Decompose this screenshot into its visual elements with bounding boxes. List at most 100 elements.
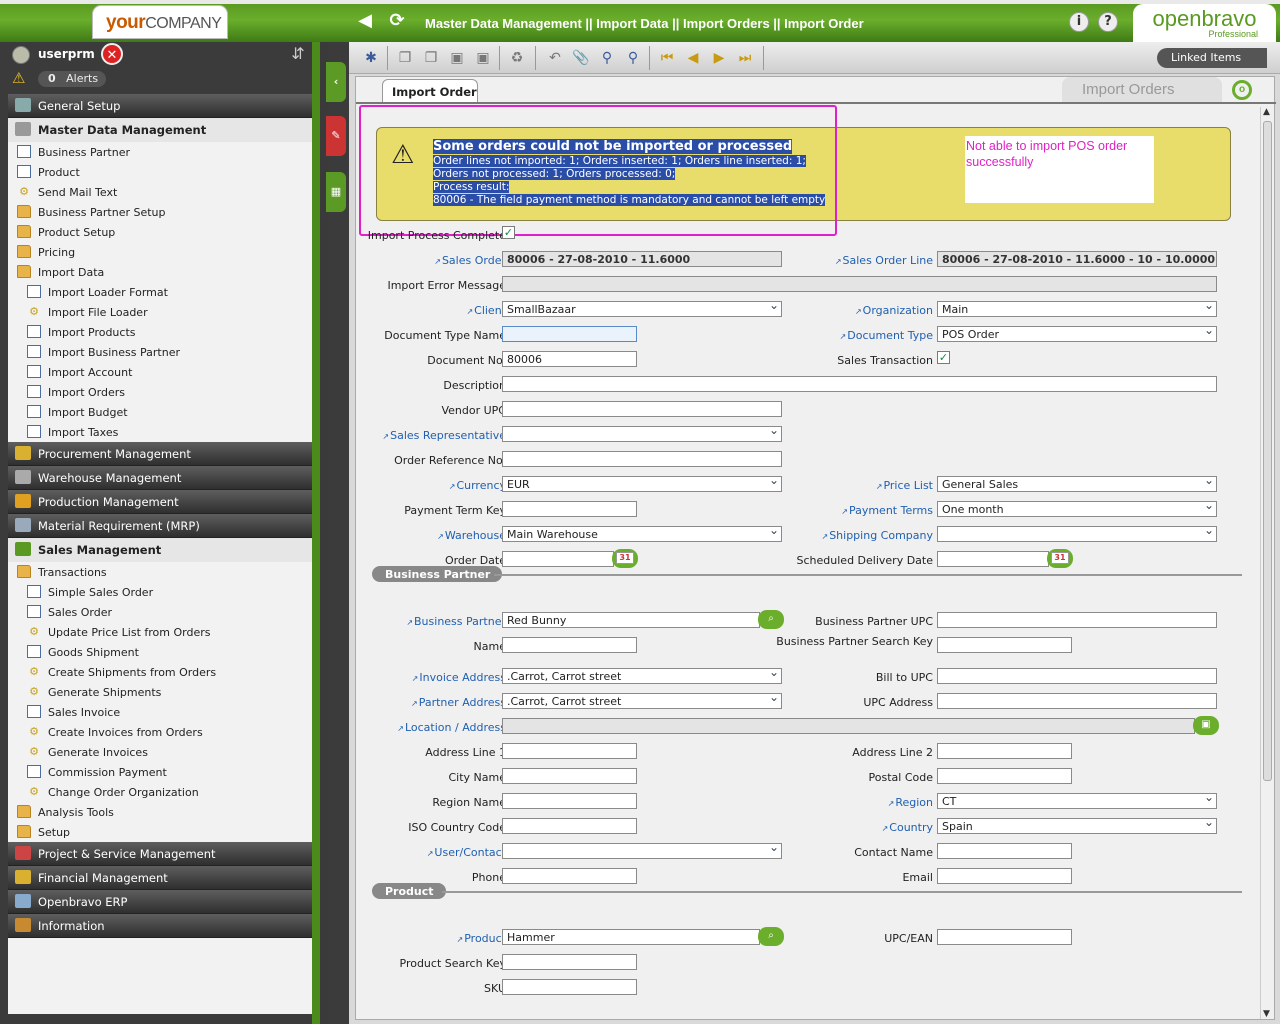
save-icon[interactable]: ▣ xyxy=(447,48,467,68)
menu-section[interactable]: Financial Management xyxy=(8,866,312,890)
last-record-icon[interactable]: ⏭ xyxy=(735,48,755,68)
menu-section[interactable]: Sales Management xyxy=(8,538,312,562)
menu-section[interactable]: Openbravo ERP xyxy=(8,890,312,914)
document-type-select[interactable]: POS Order xyxy=(937,326,1217,342)
user-contact-label[interactable]: User/Contact xyxy=(346,846,506,859)
menu-section[interactable]: Production Management xyxy=(8,490,312,514)
menu-item[interactable]: Product Setup xyxy=(8,222,312,242)
client-select[interactable]: SmallBazaar xyxy=(502,301,782,317)
delete-icon[interactable]: ♻ xyxy=(507,48,527,68)
address-line-1-field[interactable] xyxy=(502,743,637,759)
menu-item[interactable]: Import Data xyxy=(8,262,312,282)
advanced-search-icon[interactable]: ⚲ xyxy=(623,48,643,68)
menu-section[interactable]: Project & Service Management xyxy=(8,842,312,866)
document-no-field[interactable]: 80006 xyxy=(502,351,637,367)
sales-order-line-label[interactable]: Sales Order Line xyxy=(773,254,933,267)
menu-item[interactable]: ⚙ Generate Shipments xyxy=(8,682,312,702)
business-partner-upc-field[interactable] xyxy=(937,612,1217,628)
menu-item[interactable]: Business Partner Setup xyxy=(8,202,312,222)
shipping-company-select[interactable] xyxy=(937,526,1217,542)
order-reference-no-field[interactable] xyxy=(502,451,782,467)
alerts-row[interactable]: ⚠ 0 Alerts xyxy=(8,69,312,89)
tab-import-order[interactable]: Import Order xyxy=(382,79,478,103)
menu-item[interactable]: Setup xyxy=(8,822,312,842)
menu-item[interactable]: Import Account xyxy=(8,362,312,382)
menu-item[interactable]: Sales Invoice xyxy=(8,702,312,722)
document-type-name-field[interactable] xyxy=(502,326,637,342)
new-record-icon[interactable]: ✱ xyxy=(361,48,381,68)
invoice-address-select[interactable]: .Carrot, Carrot street xyxy=(502,668,782,684)
invoice-address-label[interactable]: Invoice Address xyxy=(346,671,506,684)
save-location-icon[interactable]: ▣ xyxy=(1193,716,1219,735)
product-group-header[interactable]: Product xyxy=(372,883,1242,899)
sales-order-label[interactable]: Sales Order xyxy=(346,254,506,267)
price-list-select[interactable]: General Sales xyxy=(937,476,1217,492)
bp-search-key-field[interactable] xyxy=(937,637,1072,653)
menu-section[interactable]: Material Requirement (MRP) xyxy=(8,514,312,538)
address-line-2-field[interactable] xyxy=(937,743,1072,759)
partner-address-select[interactable]: .Carrot, Carrot street xyxy=(502,693,782,709)
undo-icon[interactable]: ↶ xyxy=(545,48,565,68)
menu-item[interactable]: Pricing xyxy=(8,242,312,262)
menu-item[interactable]: Import Budget xyxy=(8,402,312,422)
import-process-complete-checkbox[interactable]: ✓ xyxy=(502,226,515,239)
search-icon[interactable]: ⚲ xyxy=(597,48,617,68)
shipping-company-label[interactable]: Shipping Company xyxy=(773,529,933,542)
menu-item[interactable]: Import Taxes xyxy=(8,422,312,442)
vendor-upc-field[interactable] xyxy=(502,401,782,417)
menu-item[interactable]: ⚙ Update Price List from Orders xyxy=(8,622,312,642)
product-search-key-field[interactable] xyxy=(502,954,637,970)
menu-section[interactable]: Information xyxy=(8,914,312,938)
payment-terms-select[interactable]: One month xyxy=(937,501,1217,517)
menu-item[interactable]: ⚙ Create Invoices from Orders xyxy=(8,722,312,742)
region-name-field[interactable] xyxy=(502,793,637,809)
paste-icon[interactable]: ❐ xyxy=(421,48,441,68)
menu-item[interactable]: ⚙ Import File Loader xyxy=(8,302,312,322)
vertical-scrollbar[interactable]: ▲ ▼ xyxy=(1260,107,1274,1019)
next-record-icon[interactable]: ▶ xyxy=(709,48,729,68)
refresh-icon[interactable]: ⟳ xyxy=(386,12,408,30)
previous-record-icon[interactable]: ◀ xyxy=(683,48,703,68)
sales-transaction-checkbox[interactable]: ✓ xyxy=(937,351,950,364)
save-new-icon[interactable]: ▣ xyxy=(473,48,493,68)
iso-country-code-field[interactable] xyxy=(502,818,637,834)
menu-item[interactable]: Import Business Partner xyxy=(8,342,312,362)
menu-item[interactable]: Import Products xyxy=(8,322,312,342)
menu-item[interactable]: Commission Payment xyxy=(8,762,312,782)
upc-address-field[interactable] xyxy=(937,693,1217,709)
menu-item[interactable]: ⚙ Send Mail Text xyxy=(8,182,312,202)
organization-select[interactable]: Main xyxy=(937,301,1217,317)
help-icon[interactable]: ? xyxy=(1098,12,1118,32)
logout-icon[interactable]: ✕ xyxy=(101,43,123,65)
info-icon[interactable]: i xyxy=(1069,12,1089,32)
partner-address-label[interactable]: Partner Address xyxy=(346,696,506,709)
menu-item[interactable]: ⚙ Create Shipments from Orders xyxy=(8,662,312,682)
sales-representative-label[interactable]: Sales Representative xyxy=(346,429,506,442)
bill-to-upc-field[interactable] xyxy=(937,668,1217,684)
warehouse-label[interactable]: Warehouse xyxy=(346,529,506,542)
sales-representative-select[interactable] xyxy=(502,426,782,442)
product-field[interactable]: Hammer xyxy=(502,929,760,945)
currency-select[interactable]: EUR xyxy=(502,476,782,492)
collapse-menu-icon[interactable]: ⇵ xyxy=(288,44,308,64)
first-record-icon[interactable]: ⏮ xyxy=(657,48,677,68)
email-field[interactable] xyxy=(937,868,1072,884)
menu-item[interactable]: Sales Order xyxy=(8,602,312,622)
description-field[interactable] xyxy=(502,376,1217,392)
menu-section[interactable]: Procurement Management xyxy=(8,442,312,466)
back-arrow-icon[interactable]: ◀ xyxy=(354,12,376,30)
collapse-sidebar-tab[interactable]: ‹ xyxy=(326,62,346,102)
menu-item[interactable]: Product xyxy=(8,162,312,182)
product-label[interactable]: Product xyxy=(346,932,506,945)
menu-section[interactable]: Master Data Management xyxy=(8,118,312,142)
menu-item[interactable]: Analysis Tools xyxy=(8,802,312,822)
country-select[interactable]: Spain xyxy=(937,818,1217,834)
phone-field[interactable] xyxy=(502,868,637,884)
organization-label[interactable]: Organization xyxy=(773,304,933,317)
payment-terms-label[interactable]: Payment Terms xyxy=(773,504,933,517)
menu-section[interactable]: General Setup xyxy=(8,94,312,118)
region-select[interactable]: CT xyxy=(937,793,1217,809)
scheduled-delivery-date-field[interactable] xyxy=(937,551,1049,567)
name-field[interactable] xyxy=(502,637,637,653)
scroll-thumb[interactable] xyxy=(1263,121,1272,781)
